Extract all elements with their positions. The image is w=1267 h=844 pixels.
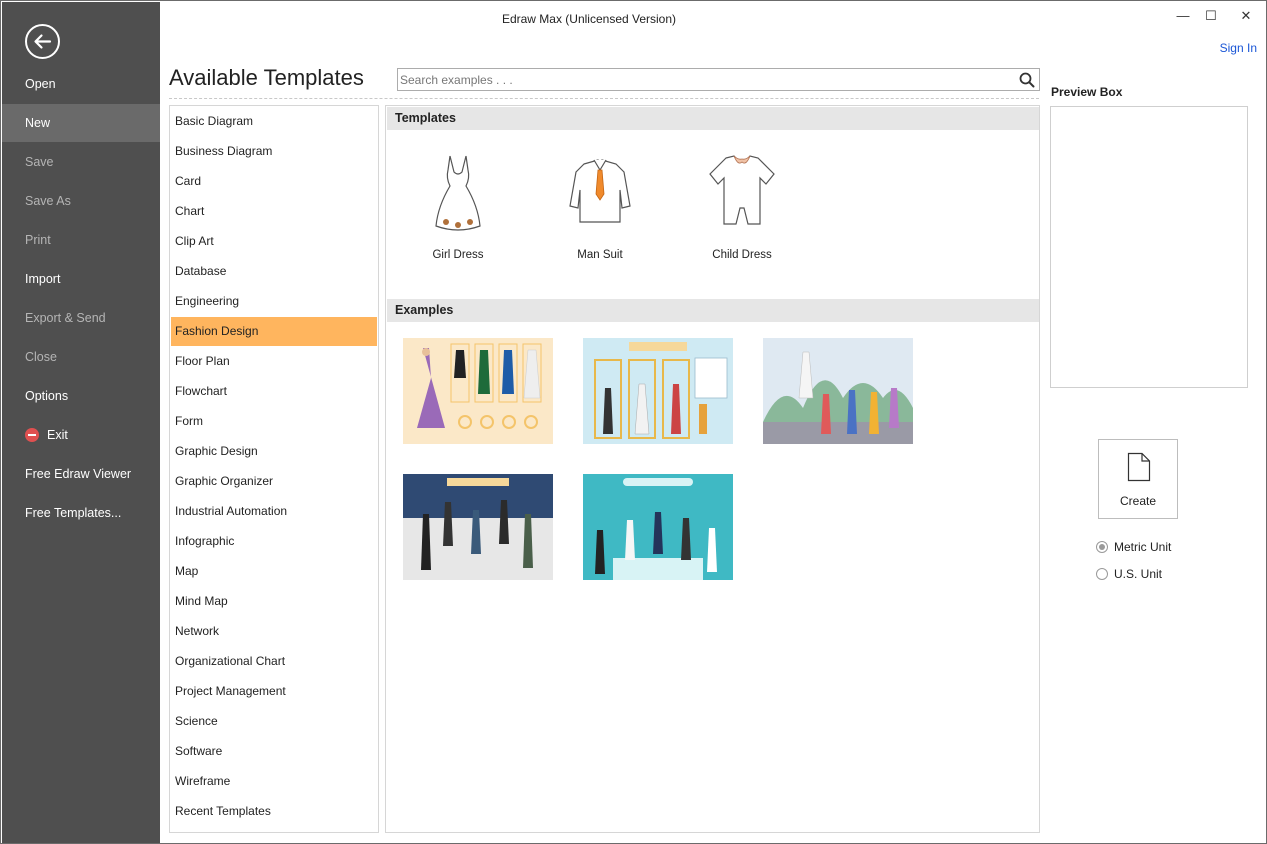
menu-item-save-as[interactable]: Save As — [2, 182, 160, 220]
menu-item-label: Free Edraw Viewer — [25, 467, 132, 481]
category-infographic[interactable]: Infographic — [171, 527, 377, 556]
radio-label: U.S. Unit — [1114, 567, 1163, 581]
menu-item-new[interactable]: New — [2, 104, 160, 142]
template-child-dress[interactable]: Child Dress — [682, 146, 802, 276]
exit-icon — [25, 427, 39, 442]
radio-dot — [1096, 540, 1108, 553]
example-thumbnail[interactable] — [763, 338, 913, 444]
category-flowchart[interactable]: Flowchart — [171, 377, 377, 406]
fashion-boutique-example — [583, 338, 733, 444]
menu-item-export-send[interactable]: Export & Send — [2, 299, 160, 337]
category-card[interactable]: Card — [171, 167, 377, 196]
category-engineering[interactable]: Engineering — [171, 287, 377, 316]
category-form[interactable]: Form — [171, 407, 377, 436]
radio-label: Metric Unit — [1114, 540, 1172, 554]
sign-in-link[interactable]: Sign In — [1220, 41, 1257, 55]
street-fashion-example — [763, 338, 913, 444]
create-button[interactable]: Create — [1098, 439, 1178, 519]
menu-item-free-templates[interactable]: Free Templates... — [2, 494, 160, 532]
template-man-suit[interactable]: Man Suit — [540, 146, 660, 276]
window-title: Edraw Max (Unlicensed Version) — [501, 12, 677, 26]
template-label: Child Dress — [712, 249, 772, 261]
metric-unit-radio[interactable]: Metric Unit — [1096, 539, 1256, 555]
menu-item-open[interactable]: Open — [2, 65, 160, 103]
category-chart[interactable]: Chart — [171, 197, 377, 226]
template-label: Girl Dress — [432, 249, 484, 261]
child-dress-icon — [709, 155, 775, 225]
menu-item-import[interactable]: Import — [2, 260, 160, 298]
category-science[interactable]: Science — [171, 707, 377, 736]
minimize-button[interactable]: — — [1169, 7, 1197, 25]
examples-section-header: Examples — [387, 299, 1039, 322]
category-map[interactable]: Map — [171, 557, 377, 586]
example-thumbnail[interactable] — [403, 338, 553, 444]
category-basic-diagram[interactable]: Basic Diagram — [171, 107, 377, 136]
template-girl-dress[interactable]: Girl Dress — [398, 146, 518, 276]
menu-item-label: Save As — [25, 194, 71, 208]
girl-dress-icon — [435, 155, 481, 231]
back-button[interactable] — [25, 24, 60, 59]
search-box — [397, 68, 1040, 91]
search-icon[interactable] — [1019, 72, 1035, 88]
category-graphic-design[interactable]: Graphic Design — [171, 437, 377, 466]
menu-item-print[interactable]: Print — [2, 221, 160, 259]
menu-item-label: Free Templates... — [25, 506, 122, 520]
menu-item-label: Open — [25, 77, 56, 91]
divider — [169, 98, 1039, 99]
category-graphic-organizer[interactable]: Graphic Organizer — [171, 467, 377, 496]
menu-item-save[interactable]: Save — [2, 143, 160, 181]
menu-item-exit[interactable]: Exit — [2, 416, 160, 454]
page-title: Available Templates — [169, 65, 364, 90]
category-clip-art[interactable]: Clip Art — [171, 227, 377, 256]
close-button[interactable]: ✕ — [1232, 7, 1260, 25]
maximize-button[interactable]: ☐ — [1197, 7, 1225, 25]
mens-fashion-show-example — [403, 474, 553, 580]
search-input[interactable] — [400, 71, 1010, 89]
category-list: Basic Diagram Business Diagram Card Chart Cl… — [169, 105, 379, 833]
category-floor-plan[interactable]: Floor Plan — [171, 347, 377, 376]
menu-item-label: Exit — [47, 428, 68, 442]
menu-item-label: Print — [25, 233, 51, 247]
document-icon — [1127, 452, 1151, 482]
man-suit-icon — [569, 159, 631, 223]
backstage-sidebar: Open New Save Save As Print Import Export & Se… — [2, 2, 160, 843]
category-software[interactable]: Software — [171, 737, 377, 766]
children-fashion-example — [583, 474, 733, 580]
gown-collection-example — [403, 338, 553, 444]
back-arrow-icon — [34, 34, 52, 49]
menu-item-label: New — [25, 116, 51, 130]
create-label: Create — [1119, 494, 1157, 508]
category-database[interactable]: Database — [171, 257, 377, 286]
menu-item-free-edraw-viewer[interactable]: Free Edraw Viewer — [2, 455, 160, 493]
category-business-diagram[interactable]: Business Diagram — [171, 137, 377, 166]
menu-item-label: Import — [25, 272, 61, 286]
category-project-management[interactable]: Project Management — [171, 677, 377, 706]
category-fashion-design[interactable]: Fashion Design — [171, 317, 377, 346]
example-thumbnail[interactable] — [583, 474, 733, 580]
category-industrial-automation[interactable]: Industrial Automation — [171, 497, 377, 526]
us-unit-radio[interactable]: U.S. Unit — [1096, 566, 1256, 582]
category-wireframe[interactable]: Wireframe — [171, 767, 377, 796]
menu-item-label: Close — [25, 350, 57, 364]
category-network[interactable]: Network — [171, 617, 377, 646]
template-gallery: Templates Girl Dress Man Suit Child Dres… — [385, 105, 1040, 833]
preview-box — [1050, 106, 1248, 388]
category-organizational-chart[interactable]: Organizational Chart — [171, 647, 377, 676]
category-recent-templates[interactable]: Recent Templates — [171, 797, 377, 826]
example-thumbnail[interactable] — [403, 474, 553, 580]
menu-item-options[interactable]: Options — [2, 377, 160, 415]
example-thumbnail[interactable] — [583, 338, 733, 444]
preview-box-label: Preview Box — [1051, 85, 1123, 99]
radio-dot — [1096, 567, 1108, 580]
templates-section-header: Templates — [387, 107, 1039, 130]
template-label: Man Suit — [577, 249, 623, 261]
app-window: Open New Save Save As Print Import Export & Se… — [0, 0, 1267, 844]
menu-item-label: Options — [25, 389, 69, 403]
category-mind-map[interactable]: Mind Map — [171, 587, 377, 616]
menu-item-close[interactable]: Close — [2, 338, 160, 376]
menu-item-label: Export & Send — [25, 311, 106, 325]
menu-item-label: Save — [25, 155, 54, 169]
